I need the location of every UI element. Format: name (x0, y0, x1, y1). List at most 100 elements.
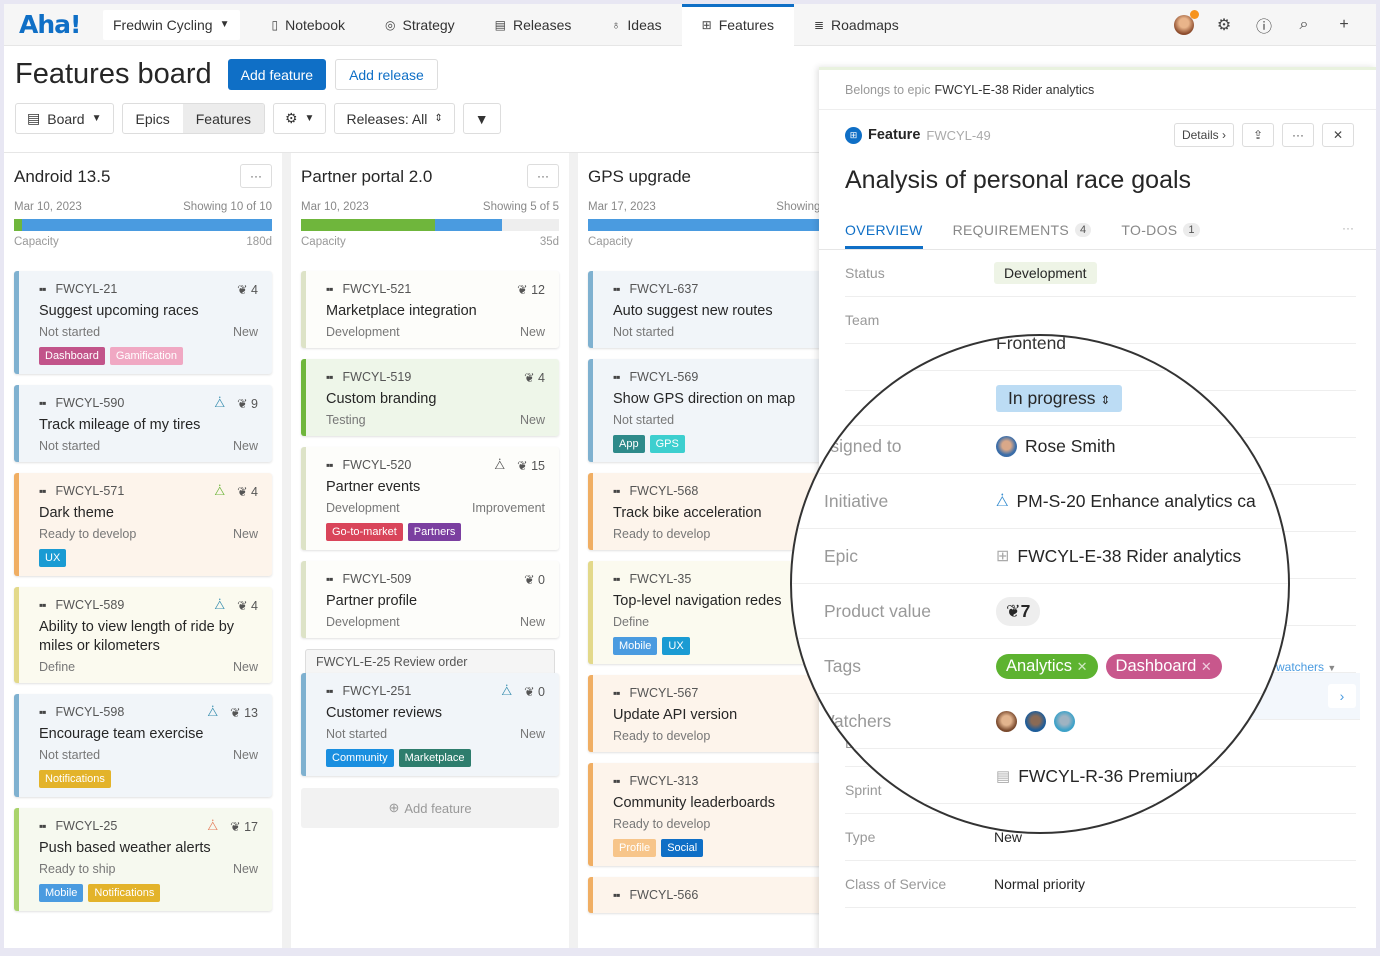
nav-tab-features[interactable]: ⊞ Features (681, 4, 794, 46)
tag-chip[interactable]: Analytics ✕ (996, 653, 1098, 679)
tag[interactable]: Partners (407, 523, 462, 541)
tag[interactable]: Go-to-market (326, 523, 403, 541)
score: ❦ 15 (517, 458, 545, 473)
parent-epic-link[interactable]: FWCYL-E-38 Rider analytics (934, 83, 1094, 97)
epic-group-header[interactable]: FWCYL-E-25 Review order (305, 649, 555, 674)
tag[interactable]: Profile (613, 839, 657, 857)
card-header: ▪▪ FWCYL-598 ⧊ ❦ 13 (39, 703, 258, 721)
tag[interactable]: Dashboard (39, 347, 105, 365)
tabs-more-icon[interactable]: ··· (1342, 221, 1354, 235)
release-name[interactable]: Partner portal 2.0 (301, 167, 432, 187)
product-value-badge[interactable]: ❦7 (996, 596, 1041, 626)
tag[interactable]: Social (661, 839, 704, 857)
team-value[interactable]: Frontend (996, 336, 1066, 354)
remove-tag-icon[interactable]: ✕ (1077, 659, 1088, 674)
details-button[interactable]: Details › (1173, 123, 1234, 147)
detail-tabs: OVERVIEW REQUIREMENTS 4 TO-DOS 1 ··· (819, 206, 1376, 250)
release-link[interactable]: ▤ FWCYL-R-36 Premium (996, 766, 1198, 787)
feature-card[interactable]: ▪▪ FWCYL-519 ❦ 4 Custom branding Testing New (301, 359, 559, 436)
feature-card[interactable]: ▪▪ FWCYL-598 ⧊ ❦ 13 Encourage team exercise N… (14, 694, 272, 797)
feature-card[interactable]: ▪▪ FWCYL-520 ⧊ ❦ 15 Partner events Developmen… (301, 447, 559, 550)
feature-card[interactable]: ▪▪ FWCYL-35 Top-level navigation redes Defi… (588, 561, 824, 664)
feature-card[interactable]: ▪▪ FWCYL-521 ❦ 12 Marketplace integration De… (301, 271, 559, 348)
assignee[interactable]: Rose Smith (996, 435, 1115, 457)
tag[interactable]: UX (662, 637, 690, 655)
card-settings-dropdown[interactable]: ⚙ ▼ (272, 103, 327, 134)
tag[interactable]: Community (326, 749, 394, 767)
class-of-service-value[interactable]: Normal priority (994, 876, 1085, 892)
tag[interactable]: UX (39, 549, 67, 567)
tag[interactable]: App (613, 435, 645, 453)
feature-name: Customer reviews (326, 705, 443, 721)
caret-down-icon: ▼ (91, 113, 102, 124)
column-more-icon[interactable]: ··· (527, 164, 559, 188)
feature-icon: ▪▪ (326, 572, 333, 586)
remove-tag-icon[interactable]: ✕ (1201, 659, 1212, 674)
more-options-icon[interactable]: ··· (1282, 123, 1314, 147)
column-more-icon[interactable]: ··· (240, 164, 272, 188)
nav-tab-strategy[interactable]: ◎ Strategy (365, 4, 475, 46)
toggle-features[interactable]: Features (182, 104, 264, 133)
search-icon[interactable]: ⌕ (1294, 16, 1314, 34)
tab-overview[interactable]: OVERVIEW (845, 222, 923, 249)
tag[interactable]: GPS (649, 435, 685, 453)
filter-button[interactable]: ▼ (462, 103, 501, 134)
user-avatar[interactable] (1174, 9, 1199, 35)
tab-todos[interactable]: TO-DOS 1 (1121, 222, 1200, 249)
tag[interactable]: Notifications (39, 770, 111, 788)
add-feature-link[interactable]: ⊕ Add feature (301, 788, 559, 828)
tag[interactable]: Mobile (39, 884, 84, 902)
release-name[interactable]: Android 13.5 (14, 167, 110, 187)
tag[interactable]: Mobile (613, 637, 658, 655)
epic-link[interactable]: ⊞ FWCYL-E-38 Rider analytics (996, 546, 1241, 567)
add-feature-button[interactable]: Add feature (227, 59, 327, 90)
feature-card[interactable]: ▪▪ FWCYL-566 (588, 877, 824, 913)
help-icon[interactable]: ⓘ (1254, 13, 1274, 37)
nav-tab-ideas[interactable]: ♁ Ideas (591, 4, 681, 46)
tag[interactable]: Gamification (109, 347, 183, 365)
feature-card[interactable]: ▪▪ FWCYL-571 ⧊ ❦ 4 Dark theme Ready to develo… (14, 473, 272, 576)
status-value[interactable]: Development (994, 262, 1097, 284)
release-name[interactable]: GPS upgrade (588, 167, 691, 187)
product-value: ❦7 (996, 596, 1041, 626)
share-icon[interactable]: ⇪ (1242, 123, 1274, 147)
tag[interactable]: Marketplace (398, 749, 471, 767)
chevron-right-icon[interactable]: › (1328, 684, 1356, 708)
feature-card[interactable]: ▪▪ FWCYL-567 Update API version Ready to de… (588, 675, 824, 752)
feature-card[interactable]: ▪▪ FWCYL-251 ⧊ ❦ 0 Customer reviews Not start… (301, 673, 559, 776)
feature-card[interactable]: ▪▪ FWCYL-509 ❦ 0 Partner profile Development… (301, 561, 559, 638)
window-bottom-edge (4, 948, 1376, 952)
settings-gear-icon[interactable]: ⚙ (1214, 15, 1234, 35)
score-value: 4 (251, 484, 258, 499)
feature-card[interactable]: ▪▪ FWCYL-590 ⧊ ❦ 9 Track mileage of my tires… (14, 385, 272, 462)
initiative-link[interactable]: ⧊ PM-S-20 Enhance analytics ca (996, 491, 1256, 512)
close-icon[interactable]: ✕ (1322, 123, 1354, 147)
tab-requirements[interactable]: REQUIREMENTS 4 (953, 222, 1092, 249)
nav-tab-roadmaps[interactable]: ≣ Roadmaps (794, 4, 919, 46)
field-label: Initiative (824, 490, 889, 511)
releases-filter-select[interactable]: Releases: All ⇕ (334, 103, 455, 134)
add-release-button[interactable]: Add release (335, 59, 438, 90)
tag[interactable]: Notifications (88, 884, 161, 902)
score: ❦ 4 (237, 484, 258, 499)
feature-card[interactable]: ▪▪ FWCYL-21 ❦ 4 Suggest upcoming races Not s… (14, 271, 272, 374)
aha-logo[interactable]: Aha! (19, 10, 103, 39)
feature-card[interactable]: ▪▪ FWCYL-568 Track bike acceleration Ready … (588, 473, 824, 550)
nav-tab-releases[interactable]: ▤ Releases (475, 4, 592, 46)
feature-card[interactable]: ▪▪ FWCYL-637 Auto suggest new routes Not st… (588, 271, 824, 348)
toggle-epics[interactable]: Epics (123, 104, 183, 133)
workspace-selector[interactable]: Fredwin Cycling ▼ (103, 9, 240, 40)
tag-chip[interactable]: Dashboard ✕ (1105, 653, 1222, 679)
nav-tab-notebook[interactable]: ▯ Notebook (252, 4, 366, 46)
record-title[interactable]: Analysis of personal race goals (819, 166, 1376, 206)
feature-icon: ▪▪ (39, 396, 46, 410)
feature-card[interactable]: ▪▪ FWCYL-569 Show GPS direction on map Not … (588, 359, 824, 462)
feature-card[interactable]: ▪▪ FWCYL-25 ⧊ ❦ 17 Push based weather alerts… (14, 808, 272, 911)
record-id[interactable]: FWCYL-49 (926, 128, 990, 143)
watcher-avatars[interactable] (996, 710, 1075, 732)
plus-icon[interactable]: + (1334, 16, 1354, 34)
board-view-dropdown[interactable]: ▤ Board ▼ (15, 103, 114, 134)
feature-card[interactable]: ▪▪FWCYL-313⧊Community leaderboardsReady … (588, 763, 824, 866)
progress-select[interactable]: In progress ⇕ (996, 384, 1123, 412)
feature-card[interactable]: ▪▪ FWCYL-589 ⧊ ❦ 4 Ability to view length of… (14, 587, 272, 683)
